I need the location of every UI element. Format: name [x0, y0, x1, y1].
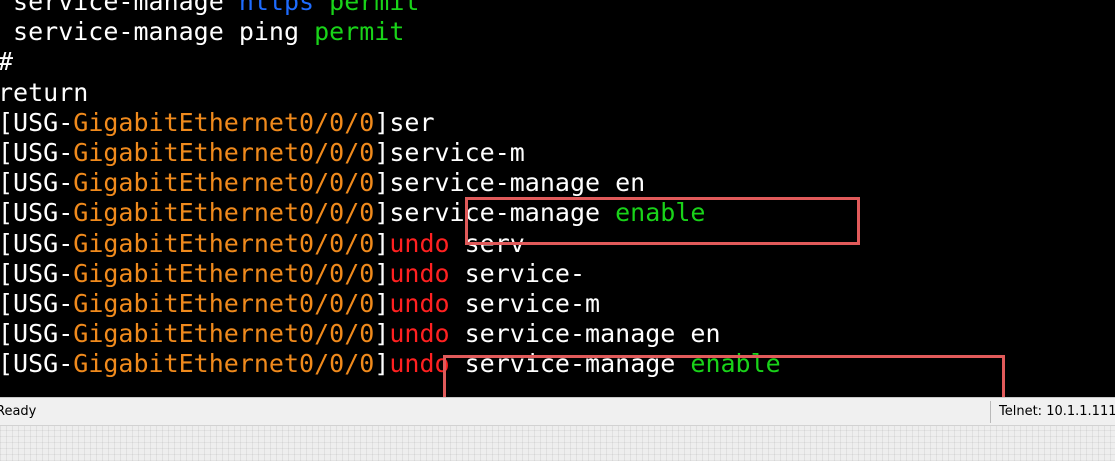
terminal-line: return	[0, 78, 88, 108]
terminal-line: service-manage https permit	[0, 0, 419, 17]
terminal-line: [USG-GigabitEthernet0/0/0]undo serv	[0, 229, 525, 259]
terminal-text-segment: [USG-	[0, 107, 74, 137]
terminal-text-segment: [USG-	[0, 258, 74, 288]
terminal-text-segment: [USG-	[0, 168, 74, 198]
terminal-text-segment: service-	[449, 258, 586, 288]
terminal-text-segment: GigabitEthernet0/0/0	[73, 228, 375, 258]
terminal-text-segment: GigabitEthernet0/0/0	[73, 319, 375, 349]
terminal-text-segment: [USG-	[0, 138, 74, 167]
terminal-text-segment: ]service-manage	[374, 198, 616, 228]
status-divider	[990, 401, 991, 423]
status-connection-text: Telnet: 10.1.1.111	[999, 404, 1115, 419]
terminal-text-segment: [USG-	[0, 289, 74, 318]
terminal-text-segment: GigabitEthernet0/0/0	[73, 258, 375, 288]
terminal-text-segment: ]	[374, 289, 390, 318]
terminal-text-segment: undo	[389, 289, 450, 318]
terminal-line: service-manage ping permit	[0, 17, 404, 47]
terminal-line: [USG-GigabitEthernet0/0/0]undo service-m…	[0, 349, 781, 379]
terminal-text-segment: GigabitEthernet0/0/0	[73, 168, 375, 198]
terminal-text-segment: serv	[449, 228, 525, 258]
terminal-text-segment: service-manage	[449, 349, 691, 379]
terminal-text-segment: GigabitEthernet0/0/0	[73, 107, 375, 137]
terminal-text-segment: service-manage en	[449, 319, 721, 349]
terminal-line: [USG-GigabitEthernet0/0/0]undo service-m…	[0, 319, 721, 349]
terminal-text-segment: ]service-manage en	[374, 168, 646, 198]
terminal-text-segment: service-m	[449, 289, 601, 318]
terminal-text-segment: [USG-	[0, 319, 74, 349]
terminal-text-segment: GigabitEthernet0/0/0	[73, 198, 375, 228]
status-bar: Ready Telnet: 10.1.1.111	[0, 397, 1115, 425]
terminal-text-segment: undo	[389, 349, 450, 379]
terminal-text-segment: service-manage ping	[0, 17, 315, 47]
terminal-line: #	[0, 47, 13, 77]
terminal-text-segment: ]	[374, 228, 390, 258]
terminal-text-segment: GigabitEthernet0/0/0	[73, 138, 375, 167]
terminal-line: [USG-GigabitEthernet0/0/0]undo service-	[0, 259, 585, 289]
terminal-line: [USG-GigabitEthernet0/0/0]service-manage…	[0, 198, 705, 228]
terminal-text-segment: ]service-m	[374, 138, 525, 167]
status-ready-text: Ready	[0, 404, 37, 419]
terminal-text-segment: GigabitEthernet0/0/0	[73, 289, 375, 318]
terminal-text-segment: https	[238, 0, 315, 16]
terminal-text-segment: [USG-	[0, 228, 74, 258]
terminal-text-segment: [USG-	[0, 198, 74, 228]
terminal-text-segment: return	[0, 77, 89, 107]
terminal-line: [USG-GigabitEthernet0/0/0]ser	[0, 108, 435, 138]
terminal-text-segment: [USG-	[0, 349, 74, 379]
terminal-text-segment: permit	[329, 0, 420, 16]
terminal-text-segment: permit	[314, 17, 405, 47]
terminal-text-segment: undo	[389, 228, 450, 258]
terminal-text-segment: enable	[690, 349, 781, 379]
terminal-text-segment: #	[0, 47, 13, 76]
terminal-text-segment: service-manage	[0, 0, 239, 16]
terminal-text-segment: undo	[389, 258, 450, 288]
window-bottom-area	[0, 425, 1115, 461]
terminal-line: [USG-GigabitEthernet0/0/0]service-manage…	[0, 168, 645, 198]
terminal-output[interactable]: service-manage https permit service-mana…	[0, 0, 1115, 397]
terminal-line: [USG-GigabitEthernet0/0/0]service-m	[0, 138, 525, 168]
terminal-text-segment: GigabitEthernet0/0/0	[73, 349, 375, 379]
terminal-text-segment: ]	[374, 258, 390, 288]
terminal-text-segment: ]	[374, 319, 390, 349]
terminal-text-segment: ]ser	[374, 107, 435, 137]
telnet-client-window: service-manage https permit service-mana…	[0, 0, 1115, 461]
terminal-text-segment: undo	[389, 319, 450, 349]
terminal-text-segment: enable	[615, 198, 706, 228]
terminal-text-segment: ]	[374, 349, 390, 379]
terminal-line: [USG-GigabitEthernet0/0/0]undo service-m	[0, 289, 600, 319]
